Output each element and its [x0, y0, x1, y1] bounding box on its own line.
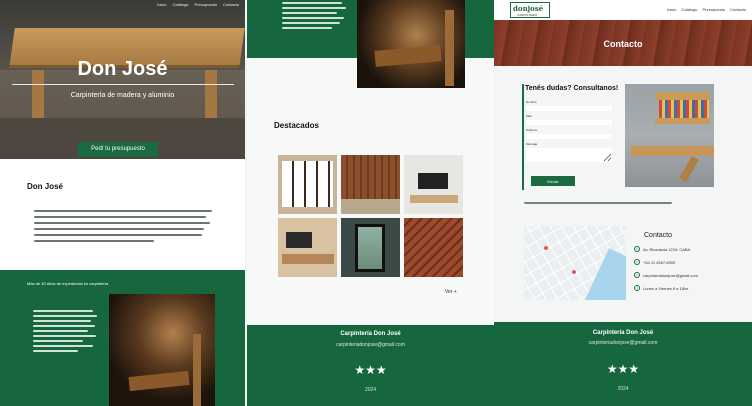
experience-paragraph [33, 310, 98, 355]
message-label: Mensaje [526, 142, 538, 146]
gallery-item-tv-unit[interactable] [404, 155, 463, 214]
nav-link[interactable]: Presupuesto [195, 2, 217, 7]
nav-link[interactable]: Catálogo [173, 2, 189, 7]
mail-icon: • [634, 272, 640, 278]
pin-icon: • [634, 246, 640, 252]
about-paragraph [34, 210, 214, 246]
nav-link[interactable]: Contacto [730, 7, 746, 12]
contact-row: • carpinteriadonjose@gmail.com [634, 272, 698, 278]
top-nav: Inicio Catálogo Presupuesto Contacto [667, 7, 746, 12]
gallery-item-windows[interactable] [278, 155, 337, 214]
carpenter-photo [109, 294, 215, 406]
phone-field[interactable] [526, 134, 612, 139]
gallery-item-fence[interactable] [341, 155, 400, 214]
workshop-photo [357, 0, 465, 88]
contact-text: Av. Rivadavia 1234, CABA [643, 246, 691, 252]
footer: Carpintería Don José carpinteriadonjose@… [494, 322, 752, 406]
gallery-item-living-room[interactable] [278, 218, 337, 277]
home-page: Inicio Catálogo Presupuesto Contacto Don… [0, 0, 245, 406]
phone-icon: • [634, 259, 640, 265]
form-note [524, 202, 672, 205]
footer-name: Carpintería Don José [592, 330, 654, 336]
phone-label: Teléfono [526, 128, 538, 132]
nav-link[interactable]: Inicio [157, 2, 166, 7]
workbench-photo [625, 84, 714, 187]
screenshot-collage: Inicio Catálogo Presupuesto Contacto Don… [0, 0, 752, 406]
footer-email[interactable]: carpinteriadonjose@gmail.com [494, 340, 752, 346]
top-nav: Inicio Catálogo Presupuesto Contacto [157, 2, 239, 7]
gallery-item-deck[interactable] [404, 218, 463, 277]
logo[interactable]: donjosé CARPINTERÍA [510, 2, 550, 18]
contact-heading: Contacto [644, 232, 673, 239]
logo-subtext: CARPINTERÍA [517, 13, 538, 17]
catalog-page: Destacados Ver + Carpintería Don José ca… [247, 0, 494, 406]
footer-year: 2024 [364, 387, 377, 393]
hero-subtitle: Carpintería de madera y aluminio [70, 92, 175, 99]
footer: Carpintería Don José carpinteriadonjose@… [247, 325, 494, 406]
mail-label: Mail [526, 114, 532, 118]
footer-email[interactable]: carpinteriadonjose@gmail.com [247, 342, 494, 348]
logo-text: donjosé [513, 4, 544, 13]
contact-text[interactable]: +54 11 4567-8900 [643, 260, 675, 265]
header: donjosé CARPINTERÍA Inicio Catálogo Pres… [494, 0, 752, 20]
email-field[interactable] [526, 120, 612, 125]
nav-link[interactable]: Contacto [223, 2, 239, 7]
about-title: Don José [27, 182, 64, 191]
clock-icon: • [634, 285, 640, 291]
name-label: Nombre [526, 100, 537, 104]
contact-text: Lunes a Viernes 8 a 18hs [643, 285, 689, 291]
footer-year: 2024 [617, 386, 629, 392]
page-title: Contacto [603, 39, 643, 49]
location-map[interactable] [524, 226, 626, 300]
contact-row: • Lunes a Viernes 8 a 18hs [634, 285, 688, 291]
footer-name: Carpintería Don José [340, 331, 401, 337]
name-field[interactable] [526, 106, 612, 111]
message-field[interactable] [526, 148, 612, 162]
see-more-link[interactable]: Ver + [445, 289, 457, 295]
featured-title: Destacados [274, 121, 319, 130]
contact-row: • Av. Rivadavia 1234, CABA [634, 246, 690, 252]
hero-divider [12, 84, 234, 85]
contact-page: donjosé CARPINTERÍA Inicio Catálogo Pres… [494, 0, 752, 406]
quote-button[interactable]: Pedí tu presupuesto [78, 142, 158, 157]
send-button[interactable]: Enviar [531, 176, 575, 186]
intro-paragraph [282, 2, 352, 32]
hero-title: Don José [77, 58, 168, 80]
contact-row: • +54 11 4567-8900 [634, 259, 675, 265]
footer-stars: ★★★ [606, 362, 640, 376]
experience-title: Más de 30 años de experiencia en carpint… [27, 281, 109, 286]
nav-link[interactable]: Inicio [667, 7, 676, 12]
form-title: Tenés dudas? Consultanos! [525, 85, 619, 92]
nav-link[interactable]: Presupuesto [703, 7, 725, 12]
contact-text[interactable]: carpinteriadonjose@gmail.com [643, 273, 698, 278]
nav-link[interactable]: Catálogo [682, 7, 698, 12]
footer-stars: ★★★ [354, 363, 387, 377]
gallery-item-door[interactable] [341, 218, 400, 277]
featured-gallery [278, 155, 463, 277]
